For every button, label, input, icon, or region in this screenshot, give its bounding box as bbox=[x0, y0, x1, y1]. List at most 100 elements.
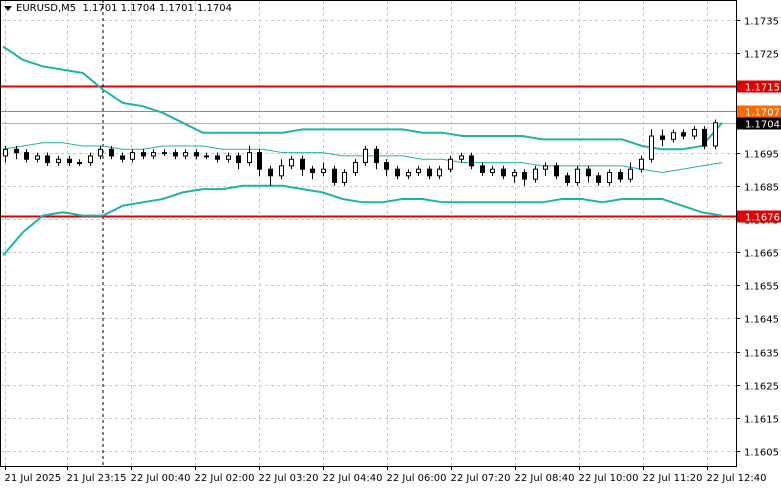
candle bbox=[236, 152, 241, 170]
candle-body bbox=[24, 152, 29, 160]
candle bbox=[522, 169, 527, 186]
candle-body bbox=[501, 168, 506, 177]
candle bbox=[141, 149, 146, 160]
candle bbox=[98, 145, 103, 160]
candle-body bbox=[14, 148, 19, 154]
candle-body bbox=[342, 172, 347, 183]
y-tick-label: 1.1685 bbox=[744, 183, 779, 194]
candle bbox=[702, 126, 707, 150]
candle bbox=[596, 172, 601, 186]
candle-body bbox=[533, 168, 538, 180]
candle bbox=[427, 165, 432, 180]
candle bbox=[533, 165, 538, 183]
candle-body bbox=[194, 152, 199, 157]
candle-body bbox=[639, 158, 644, 170]
candle-body bbox=[247, 152, 252, 164]
candle-body bbox=[713, 122, 718, 147]
candle-body bbox=[448, 158, 453, 170]
candle bbox=[353, 159, 358, 176]
bollinger-middle-line bbox=[2, 142, 723, 174]
candle-body bbox=[480, 165, 485, 174]
candle-body bbox=[395, 168, 400, 177]
candle-body bbox=[226, 155, 231, 160]
candle-body bbox=[98, 148, 103, 157]
dropdown-arrow-icon[interactable] bbox=[4, 5, 12, 11]
y-tick-label: 1.1665 bbox=[744, 249, 779, 260]
candle bbox=[257, 149, 262, 176]
plot-frame bbox=[0, 0, 737, 467]
candle-body bbox=[77, 162, 82, 165]
bollinger-lower-line bbox=[2, 184, 723, 257]
x-tick-label: 22 Jul 11:20 bbox=[643, 473, 703, 484]
candle-body bbox=[279, 165, 284, 177]
candle bbox=[416, 165, 421, 176]
y-tick-label: 1.1695 bbox=[744, 150, 779, 161]
price-chart[interactable]: 1.17351.17251.17151.16951.16851.16751.16… bbox=[0, 0, 781, 489]
candle bbox=[183, 149, 188, 160]
candle-body bbox=[681, 132, 686, 137]
candle-body bbox=[215, 155, 220, 160]
candle-body bbox=[45, 155, 50, 164]
candle bbox=[628, 162, 633, 183]
candle-body bbox=[469, 155, 474, 167]
symbol-label: EURUSD,M5 bbox=[16, 3, 77, 14]
candle-body bbox=[257, 152, 262, 170]
y-tick-label: 1.1645 bbox=[744, 315, 779, 326]
time-axis: 21 Jul 2025 21 Jul 23:15 22 Jul 00:40 22 Ju… bbox=[5, 466, 766, 484]
candle-body bbox=[374, 148, 379, 164]
x-tick-label: 22 Jul 10:00 bbox=[579, 473, 639, 484]
x-tick-label: 22 Jul 08:40 bbox=[515, 473, 575, 484]
candle bbox=[300, 155, 305, 176]
candle-body bbox=[56, 158, 61, 164]
candle-body bbox=[692, 128, 697, 137]
candle bbox=[151, 149, 156, 160]
candle bbox=[67, 155, 72, 166]
x-tick-label: 22 Jul 06:00 bbox=[387, 473, 447, 484]
candle-body bbox=[3, 148, 8, 157]
candle-body bbox=[363, 148, 368, 164]
candle bbox=[607, 169, 612, 186]
candle-body bbox=[586, 168, 591, 177]
candle bbox=[226, 152, 231, 163]
candle bbox=[692, 126, 697, 140]
candle-body bbox=[427, 168, 432, 177]
x-tick-label: 22 Jul 03:20 bbox=[259, 473, 319, 484]
candle-body bbox=[512, 172, 517, 177]
candle bbox=[671, 129, 676, 143]
candle-body bbox=[543, 165, 548, 170]
candle bbox=[501, 165, 506, 180]
x-tick-label: 21 Jul 2025 bbox=[5, 473, 62, 484]
candle bbox=[459, 152, 464, 163]
y-tick-label: 1.1655 bbox=[744, 282, 779, 293]
candle-body bbox=[607, 172, 612, 183]
x-tick-label: 21 Jul 23:15 bbox=[67, 473, 127, 484]
candle-body bbox=[141, 152, 146, 157]
candle bbox=[310, 165, 315, 180]
candle-body bbox=[671, 132, 676, 140]
candle-body bbox=[204, 155, 209, 158]
candle bbox=[77, 159, 82, 166]
candle bbox=[395, 165, 400, 180]
candle-body bbox=[289, 158, 294, 167]
candle-body bbox=[67, 158, 72, 164]
x-tick-label: 22 Jul 00:40 bbox=[131, 473, 191, 484]
candle-body bbox=[628, 168, 633, 180]
candle bbox=[480, 162, 485, 176]
grid-lines bbox=[1, 1, 736, 466]
candle bbox=[45, 152, 50, 166]
candle bbox=[543, 162, 548, 176]
y-tick-label: 1.1615 bbox=[744, 415, 779, 426]
candle bbox=[681, 129, 686, 140]
candle bbox=[215, 152, 220, 163]
y-tick-label: 1.1605 bbox=[744, 448, 779, 459]
candle-body bbox=[416, 168, 421, 174]
candle bbox=[374, 145, 379, 170]
candle bbox=[332, 165, 337, 186]
candle-body bbox=[173, 152, 178, 157]
chart-header: EURUSD,M5 1.1701 1.1704 1.1701 1.1704 bbox=[4, 3, 232, 14]
candle bbox=[406, 169, 411, 180]
candle bbox=[586, 165, 591, 183]
candle-body bbox=[660, 135, 665, 140]
candle bbox=[575, 165, 580, 186]
candle bbox=[713, 119, 718, 150]
